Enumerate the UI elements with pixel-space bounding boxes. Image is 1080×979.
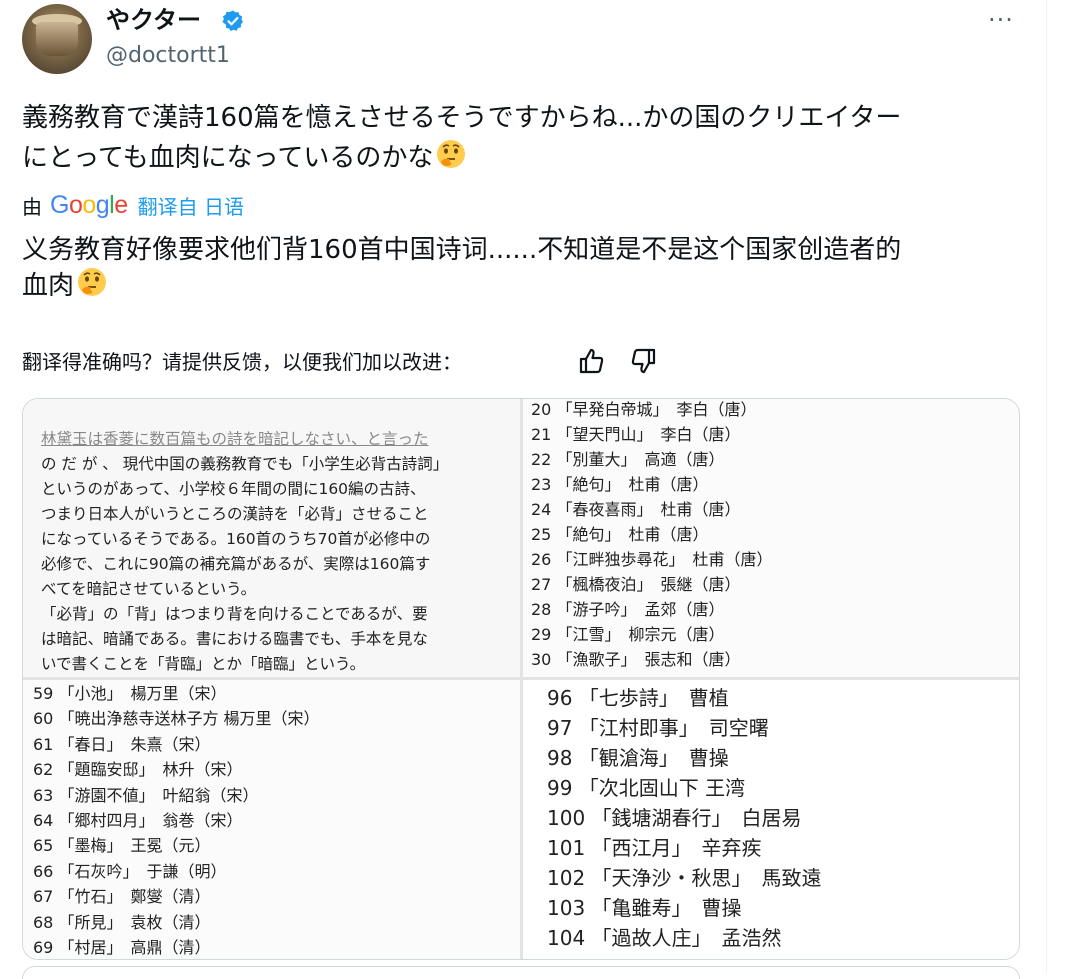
translation-line-1: 义务教育好像要求他们背160首中国诗词......不知道是不是这个国家创造者的 — [22, 235, 902, 265]
list-item: 68 「所見」 袁枚（清） — [33, 912, 211, 932]
list-item: 24 「春夜喜雨」 杜甫（唐） — [531, 500, 741, 519]
media-image-list-96-104[interactable]: 96 「七歩詩」 曹植 97 「江村即事」 司空曙 98 「観滄海」 曹操 99… — [521, 679, 1019, 959]
translated-from-link[interactable]: 翻译自 日语 — [138, 191, 244, 220]
tweet-original-line-1: 義務教育で漢詩160篇を憶えさせるそうですからね...かの国のクリエイター — [22, 103, 902, 133]
article-line: というのがあって、小学校６年間の間に160編の古詩、 — [41, 480, 426, 498]
list-item: 23 「絶句」 杜甫（唐） — [531, 475, 709, 494]
list-item: 97 「江村即事」 司空曙 — [547, 716, 769, 740]
article-line: 「必背」の「背」はつまり背を向けることであるが、要 — [41, 605, 428, 623]
list-item: 22 「別董大」 高適（唐） — [531, 450, 725, 469]
list-item: 30 「漁歌子」 張志和（唐） — [531, 650, 741, 669]
media-divider — [23, 677, 1019, 680]
list-item: 103 「亀雖寿」 曹操 — [547, 896, 742, 920]
list-item: 21 「望天門山」 李白（唐） — [531, 425, 741, 444]
media-image-list-20-30[interactable]: 20 「早発白帝城」 李白（唐） 21 「望天門山」 李白（唐） 22 「別董大… — [521, 399, 1019, 677]
list-item: 99 「次北固山下 王湾 — [547, 776, 746, 800]
list-item: 66 「石灰吟」 于謙（明） — [33, 861, 227, 881]
timeline-border — [1046, 0, 1047, 973]
list-item: 60 「暁出浄慈寺送林子方 楊万里（宋） — [33, 709, 320, 729]
translated-by-prefix: 由 — [22, 194, 42, 219]
media-image-list-59-69[interactable]: 59 「小池」 楊万里（宋） 60 「暁出浄慈寺送林子方 楊万里（宋） 61 「… — [23, 679, 521, 959]
list-item: 100 「銭塘湖春行」 白居易 — [547, 806, 802, 830]
list-item: 65 「墨梅」 王冕（元） — [33, 836, 211, 856]
translation-line-2-text: 血肉 — [22, 271, 75, 301]
article-text: 林黛玉は香菱に数百篇もの詩を暗記しなさい、と言った の だ が 、 現代中国の義… — [41, 427, 511, 677]
list-item: 101 「西江月」 辛弃疾 — [547, 836, 762, 860]
google-logo: Google — [50, 190, 128, 219]
list-item: 28 「游子吟」 孟郊（唐） — [531, 600, 725, 619]
list-item: 96 「七歩詩」 曹植 — [547, 686, 729, 710]
list-item: 25 「絶句」 杜甫（唐） — [531, 525, 709, 544]
article-line: いで書くことを「背臨」とか「暗臨」という。 — [41, 655, 366, 673]
article-line: べてを暗記させているという。 — [41, 580, 257, 598]
article-line: は暗記、暗誦である。書における臨書でも、手本を見な — [41, 630, 428, 648]
media-image-article[interactable]: 林黛玉は香菱に数百篇もの詩を暗記しなさい、と言った の だ が 、 現代中国の義… — [23, 399, 521, 677]
list-item: 20 「早発白帝城」 李白（唐） — [531, 400, 757, 419]
list-item: 67 「竹石」 鄭燮（清） — [33, 887, 211, 907]
tweet-original-line-2-text: にとっても血肉になっているのかな — [22, 143, 434, 173]
article-line: になっているそうである。160首のうち70首が必修中の — [41, 530, 431, 548]
article-line: の だ が 、 現代中国の義務教育でも「小学生必背古詩詞」 — [41, 455, 449, 473]
list-item: 27 「楓橋夜泊」 張継（唐） — [531, 575, 741, 594]
translation-feedback-prompt: 翻译得准确吗？请提供反馈，以便我们加以改进： — [22, 350, 462, 374]
poem-list: 96 「七歩詩」 曹植 97 「江村即事」 司空曙 98 「観滄海」 曹操 99… — [547, 683, 822, 953]
poem-list: 20 「早発白帝城」 李白（唐） 21 「望天門山」 李白（唐） 22 「別董大… — [531, 399, 772, 672]
list-item: 102 「天浄沙・秋思」 馬致遠 — [547, 866, 822, 890]
list-item: 61 「春日」 朱熹（宋） — [33, 734, 211, 754]
more-icon[interactable]: ··· — [988, 8, 1014, 32]
thinking-face-emoji — [78, 268, 107, 296]
avatar[interactable] — [22, 4, 92, 74]
article-line: つまり日本人がいうところの漢詩を「必背」させること — [41, 505, 429, 523]
avatar-figure-shape — [36, 22, 78, 56]
thinking-face-emoji — [437, 140, 466, 168]
list-item: 59 「小池」 楊万里（宋） — [33, 684, 227, 703]
translated-by-row: 由 Google 翻译自 日语 — [22, 188, 244, 222]
list-item: 62 「題臨安邸」 林升（宋） — [33, 760, 243, 780]
list-item: 69 「村居」 高鼎（清） — [33, 938, 211, 958]
list-item: 63 「游園不値」 叶紹翁（宋） — [33, 785, 259, 805]
verified-badge-icon — [222, 10, 243, 31]
thumbs-up-icon[interactable] — [577, 346, 607, 376]
tweet-original-line-2: にとっても血肉になっているのかな — [22, 138, 1032, 178]
media-image-grid[interactable]: 林黛玉は香菱に数百篇もの詩を暗記しなさい、と言った の だ が 、 現代中国の義… — [22, 398, 1020, 960]
poem-list: 59 「小池」 楊万里（宋） 60 「暁出浄慈寺送林子方 楊万里（宋） 61 「… — [33, 681, 320, 959]
list-item: 104 「過故人庄」 孟浩然 — [547, 926, 782, 950]
article-first-line: 林黛玉は香菱に数百篇もの詩を暗記しなさい、と言った — [41, 430, 429, 448]
display-name[interactable]: やクター — [106, 4, 201, 36]
user-handle[interactable]: @doctortt1 — [106, 42, 230, 70]
list-item: 26 「江畔独歩尋花」 杜甫（唐） — [531, 550, 773, 569]
article-line: 必修で、これに90篇の補充篇があるが、実際は160篇す — [41, 555, 431, 573]
thumbs-down-icon[interactable] — [628, 346, 658, 376]
list-item: 29 「江雪」 柳宗元（唐） — [531, 625, 725, 644]
list-item: 64 「郷村四月」 翁巻（宋） — [33, 811, 243, 831]
translation-line-2: 血肉 — [22, 266, 1032, 306]
list-item: 98 「観滄海」 曹操 — [547, 746, 729, 770]
